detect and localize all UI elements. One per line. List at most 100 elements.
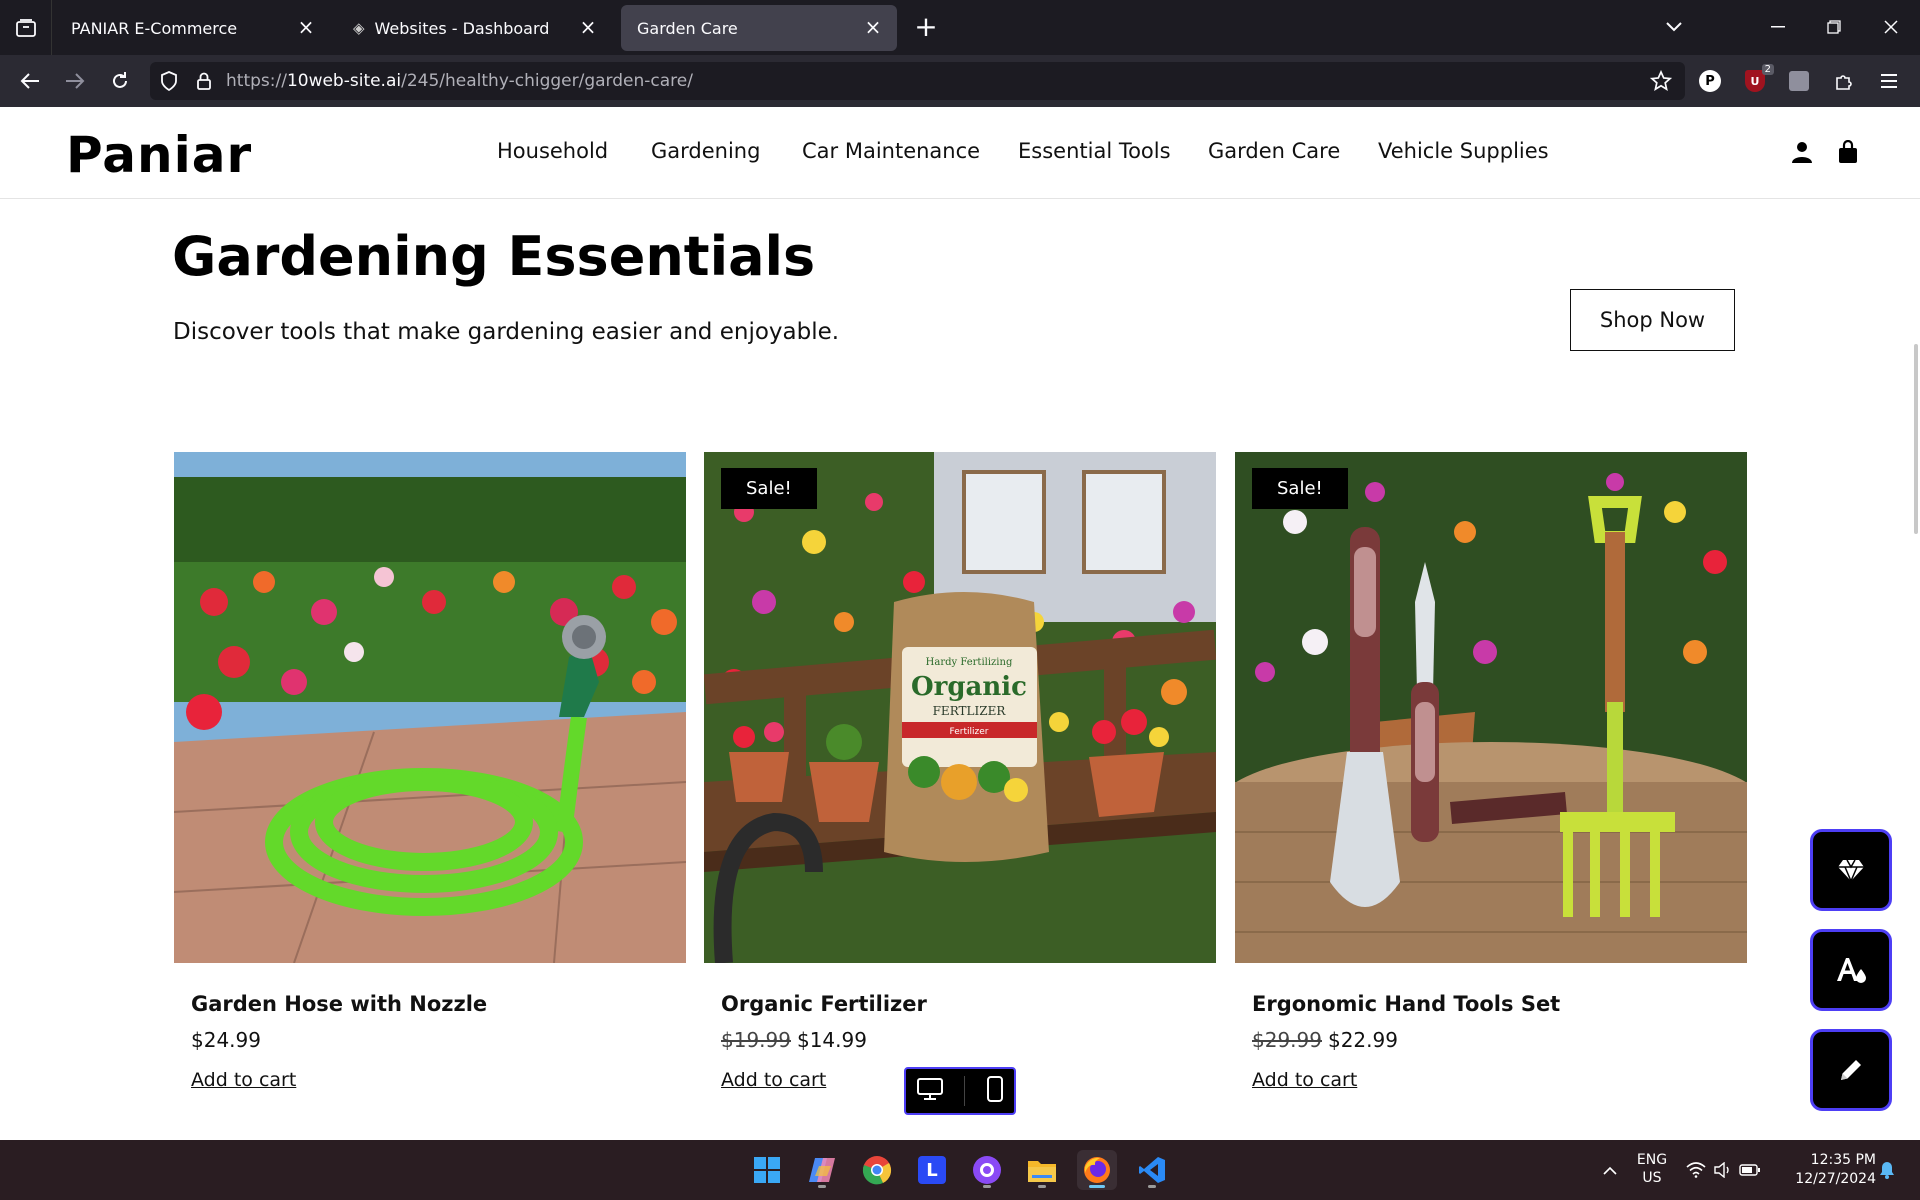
product-card: Garden Hose with Nozzle $24.99 Add to ca… bbox=[174, 452, 686, 1091]
original-price: $29.99 bbox=[1252, 1028, 1322, 1052]
close-tab-icon[interactable]: × bbox=[863, 15, 883, 39]
tab-garden-care[interactable]: Garden Care × bbox=[621, 5, 897, 51]
tab-websites-dashboard[interactable]: ◈ Websites - Dashboard × bbox=[337, 5, 612, 51]
add-to-cart-link[interactable]: Add to cart bbox=[1252, 1069, 1357, 1091]
region-code: US bbox=[1642, 1170, 1662, 1186]
product-price: $29.99 $22.99 bbox=[1252, 1028, 1398, 1052]
language-indicator[interactable]: ENG US bbox=[1632, 1151, 1672, 1187]
diamond-icon bbox=[1838, 859, 1864, 882]
clock-time: 12:35 PM bbox=[1810, 1152, 1876, 1168]
device-preview-toggle bbox=[904, 1067, 1016, 1115]
bookmark-star-icon[interactable] bbox=[1648, 68, 1674, 94]
tab-title: Websites - Dashboard bbox=[374, 18, 550, 38]
file-explorer-icon[interactable] bbox=[1022, 1150, 1062, 1190]
url-text[interactable]: https://10web-site.ai/245/healthy-chigge… bbox=[226, 71, 693, 91]
current-price: $22.99 bbox=[1327, 1028, 1398, 1052]
clock[interactable]: 12:35 PM 12/27/2024 bbox=[1780, 1151, 1876, 1189]
sale-badge: Sale! bbox=[1252, 468, 1348, 509]
notification-bell-icon[interactable] bbox=[1872, 1150, 1902, 1190]
account-icon[interactable] bbox=[1787, 137, 1817, 167]
product-price: $24.99 bbox=[191, 1028, 261, 1052]
product-name[interactable]: Garden Hose with Nozzle bbox=[191, 992, 487, 1016]
tab-paniar-ecommerce[interactable]: PANIAR E-Commerce × bbox=[55, 5, 330, 51]
text-color-icon bbox=[1837, 958, 1866, 983]
desktop-view-icon[interactable] bbox=[916, 1078, 943, 1104]
windows-taskbar: L ENG US 12:35 PM 12/27/2024 bbox=[0, 1140, 1920, 1200]
tracking-protection-icon[interactable] bbox=[153, 65, 185, 97]
page-scrollbar[interactable] bbox=[1914, 344, 1918, 534]
pencil-icon bbox=[1841, 1060, 1861, 1080]
new-tab-icon[interactable]: + bbox=[911, 12, 941, 42]
running-indicator bbox=[983, 1185, 991, 1188]
bag-subtitle-text: FERTLIZER bbox=[933, 704, 1007, 718]
bag-label-text: Fertilizer bbox=[950, 727, 989, 737]
product-name[interactable]: Ergonomic Hand Tools Set bbox=[1252, 992, 1560, 1016]
vscode-icon[interactable] bbox=[1132, 1150, 1172, 1190]
shop-now-button[interactable]: Shop Now bbox=[1570, 289, 1735, 351]
translate-extension-icon[interactable] bbox=[1786, 68, 1812, 94]
section-title: Gardening Essentials bbox=[172, 225, 816, 288]
add-to-cart-link[interactable]: Add to cart bbox=[191, 1069, 296, 1091]
back-icon[interactable] bbox=[14, 65, 46, 97]
reload-icon[interactable] bbox=[104, 65, 136, 97]
nav-item-garden-care[interactable]: Garden Care bbox=[1208, 139, 1340, 163]
product-name[interactable]: Organic Fertilizer bbox=[721, 992, 927, 1016]
add-to-cart-link[interactable]: Add to cart bbox=[721, 1069, 826, 1091]
running-indicator bbox=[1038, 1185, 1046, 1188]
active-indicator bbox=[1089, 1185, 1105, 1188]
app-menu-icon[interactable] bbox=[1876, 68, 1902, 94]
nav-item-essential-tools[interactable]: Essential Tools bbox=[1018, 139, 1171, 163]
battery-icon[interactable] bbox=[1737, 1150, 1763, 1190]
extensions-puzzle-icon[interactable] bbox=[1831, 68, 1857, 94]
running-indicator bbox=[1148, 1185, 1156, 1188]
cart-bag-icon[interactable] bbox=[1833, 137, 1863, 167]
web-page: Paniar Household Gardening Car Maintenan… bbox=[0, 107, 1920, 1140]
site-logo[interactable]: Paniar bbox=[66, 126, 252, 184]
sale-badge: Sale! bbox=[721, 468, 817, 509]
chrome-icon[interactable] bbox=[857, 1150, 897, 1190]
product-price: $19.99 $14.99 bbox=[721, 1028, 867, 1052]
site-header: Paniar Household Gardening Car Maintenan… bbox=[0, 107, 1920, 199]
product-card: Hardy Fertilizing Organic FERTLIZER Fert… bbox=[704, 452, 1216, 1091]
product-image-hand-tools-set[interactable]: Sale! bbox=[1235, 452, 1747, 963]
nav-item-gardening[interactable]: Gardening bbox=[651, 139, 760, 163]
volume-icon[interactable] bbox=[1710, 1150, 1736, 1190]
tab-title: PANIAR E-Commerce bbox=[71, 18, 238, 38]
language-code: ENG bbox=[1636, 1152, 1668, 1168]
copilot-icon[interactable] bbox=[802, 1150, 842, 1190]
url-host: 10web-site.ai bbox=[286, 71, 402, 91]
firefox-icon[interactable] bbox=[1077, 1150, 1117, 1190]
product-image-organic-fertilizer[interactable]: Hardy Fertilizing Organic FERTLIZER Fert… bbox=[704, 452, 1216, 963]
wifi-icon[interactable] bbox=[1683, 1150, 1709, 1190]
start-icon[interactable] bbox=[747, 1150, 787, 1190]
mobile-view-icon[interactable] bbox=[987, 1076, 1004, 1106]
product-image-garden-hose[interactable] bbox=[174, 452, 686, 963]
nav-item-household[interactable]: Household bbox=[497, 139, 608, 163]
close-tab-icon[interactable]: × bbox=[578, 15, 598, 39]
minimize-icon[interactable] bbox=[1758, 10, 1798, 44]
close-tab-icon[interactable]: × bbox=[296, 15, 316, 39]
list-all-tabs-icon[interactable] bbox=[1654, 10, 1694, 44]
close-window-icon[interactable] bbox=[1871, 10, 1911, 44]
nav-item-vehicle-supplies[interactable]: Vehicle Supplies bbox=[1378, 139, 1549, 163]
edit-tool-button[interactable] bbox=[1810, 1029, 1892, 1111]
diamond-tool-button[interactable] bbox=[1810, 829, 1892, 911]
bag-title-text: Organic bbox=[911, 672, 1027, 702]
forward-icon[interactable] bbox=[59, 65, 91, 97]
url-prefix: https:// bbox=[226, 71, 287, 91]
url-path: /245/healthy-chigger/garden-care/ bbox=[401, 71, 693, 91]
original-price: $19.99 bbox=[721, 1028, 791, 1052]
show-hidden-icons-chevron-icon[interactable] bbox=[1590, 1150, 1630, 1190]
restore-icon[interactable] bbox=[1814, 10, 1854, 44]
clock-date: 12/27/2024 bbox=[1795, 1171, 1876, 1187]
lock-icon[interactable] bbox=[188, 65, 220, 97]
style-tool-button[interactable] bbox=[1810, 929, 1892, 1011]
nav-item-car-maintenance[interactable]: Car Maintenance bbox=[802, 139, 980, 163]
p-extension-icon[interactable]: P bbox=[1697, 68, 1723, 94]
ublock-extension-icon[interactable]: U 2 bbox=[1742, 64, 1774, 94]
diamond-favicon-icon: ◈ bbox=[353, 19, 365, 37]
tab-list-icon[interactable] bbox=[0, 0, 52, 55]
section-subtitle: Discover tools that make gardening easie… bbox=[173, 319, 840, 345]
github-desktop-icon[interactable] bbox=[967, 1150, 1007, 1190]
l-app-icon[interactable]: L bbox=[912, 1150, 952, 1190]
